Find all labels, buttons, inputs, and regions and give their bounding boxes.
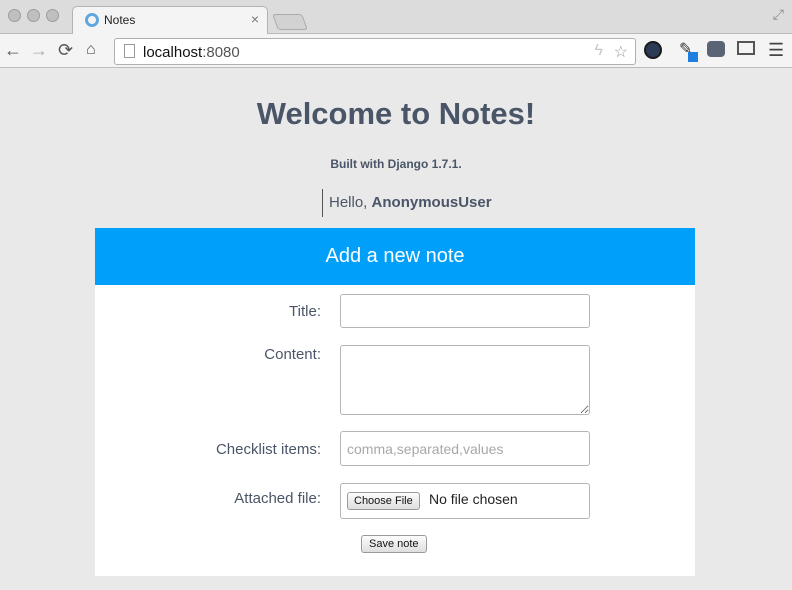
file-input: Choose File No file chosen bbox=[340, 483, 590, 519]
zoom-window-button[interactable] bbox=[46, 9, 59, 22]
choose-file-button[interactable]: Choose File bbox=[347, 492, 420, 510]
greeting-prefix: Hello, bbox=[329, 194, 372, 211]
tab-strip: Notes × ⤢ bbox=[0, 0, 792, 35]
extension-globe-icon[interactable] bbox=[644, 41, 662, 59]
back-arrow-icon[interactable]: ← bbox=[4, 40, 22, 60]
no-file-text: No file chosen bbox=[429, 491, 518, 507]
file-label: Attached file: bbox=[234, 490, 321, 507]
content-label: Content: bbox=[264, 346, 321, 363]
checklist-label: Checklist items: bbox=[215, 441, 321, 458]
built-with-text: Built with Django 1.7.1. bbox=[330, 157, 462, 171]
bolt-icon[interactable]: ϟ bbox=[595, 42, 603, 60]
content-textarea[interactable] bbox=[340, 345, 590, 415]
page-icon bbox=[124, 44, 135, 58]
home-icon[interactable]: ⌂ bbox=[86, 40, 96, 60]
form-header: Add a new note bbox=[95, 228, 695, 285]
cast-icon[interactable] bbox=[737, 41, 755, 55]
browser-toolbar: ← → ⟳ ⌂ localhost:8080 ϟ ☆ ✎ ☰ bbox=[0, 34, 792, 68]
greeting: Hello, AnonymousUser bbox=[322, 189, 492, 217]
tab-title: Notes bbox=[104, 13, 136, 27]
pocket-icon[interactable] bbox=[707, 41, 725, 57]
eyedropper-color-swatch bbox=[688, 52, 698, 62]
save-note-button[interactable]: Save note bbox=[361, 535, 427, 553]
title-label: Title: bbox=[289, 303, 321, 320]
close-window-button[interactable] bbox=[8, 9, 21, 22]
page-title: Welcome to Notes! bbox=[256, 96, 536, 131]
checklist-input[interactable] bbox=[340, 431, 590, 466]
page-content: Welcome to Notes! Built with Django 1.7.… bbox=[0, 69, 792, 590]
new-tab-button[interactable] bbox=[272, 14, 308, 30]
bookmark-star-icon[interactable]: ☆ bbox=[614, 42, 628, 62]
fullscreen-icon[interactable]: ⤢ bbox=[773, 6, 784, 23]
url-port: :8080 bbox=[202, 44, 240, 61]
favicon-icon bbox=[85, 13, 99, 27]
minimize-window-button[interactable] bbox=[27, 9, 40, 22]
menu-icon[interactable]: ☰ bbox=[768, 41, 784, 59]
browser-tab[interactable]: Notes × bbox=[72, 6, 268, 35]
title-input[interactable] bbox=[340, 294, 590, 328]
address-bar[interactable]: localhost:8080 ϟ ☆ bbox=[114, 38, 636, 65]
reload-icon[interactable]: ⟳ bbox=[58, 40, 73, 60]
add-note-form: Add a new note Title: Content: Checklist… bbox=[95, 228, 695, 576]
url-host: localhost bbox=[143, 44, 203, 61]
forward-arrow-icon[interactable]: → bbox=[30, 40, 48, 60]
tab-close-icon[interactable]: × bbox=[251, 11, 259, 27]
url-text: localhost:8080 bbox=[143, 44, 240, 61]
username: AnonymousUser bbox=[371, 194, 492, 211]
